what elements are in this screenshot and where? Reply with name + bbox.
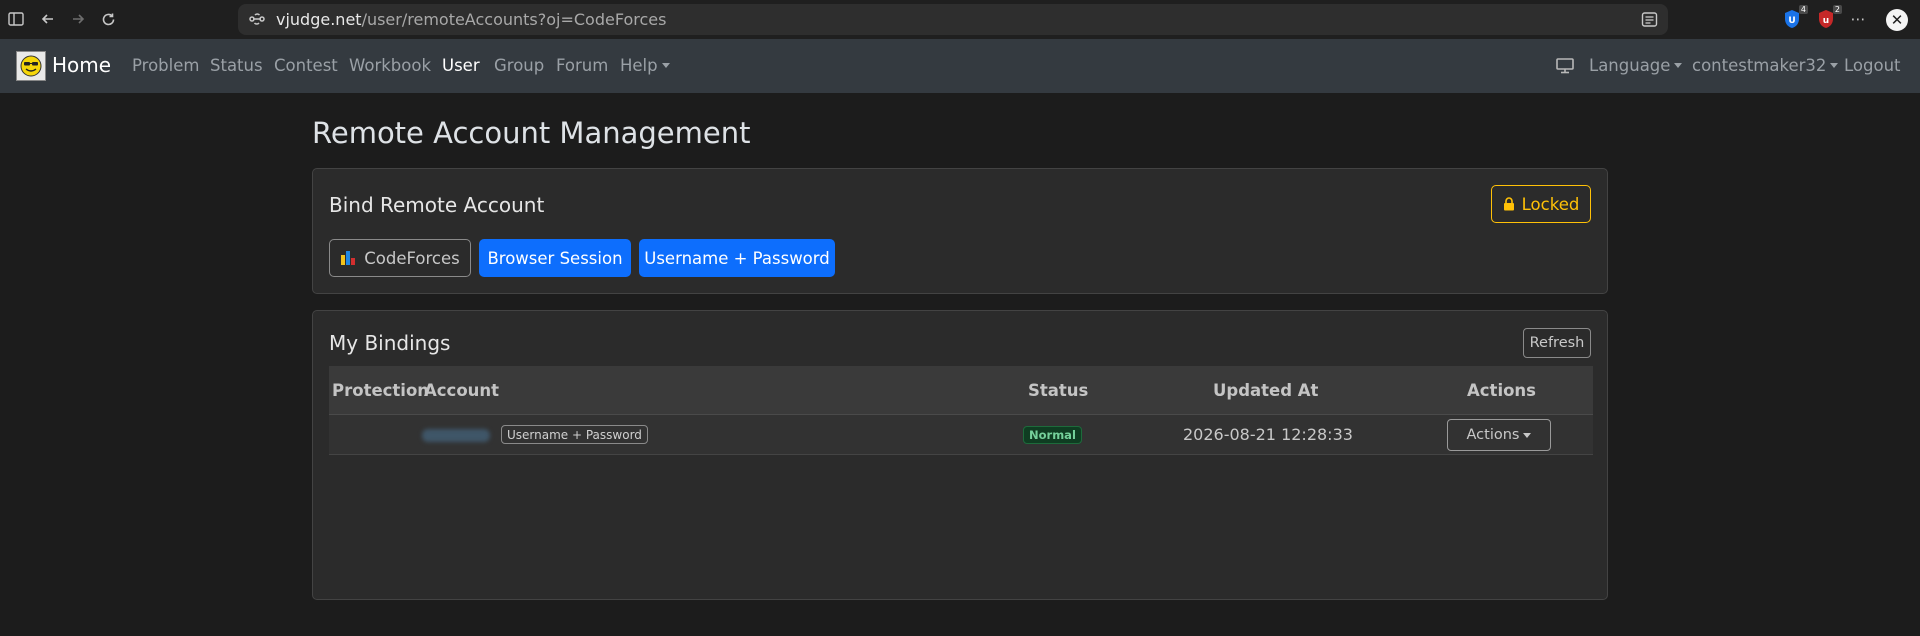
site-logo-icon[interactable] [16,51,46,81]
nav-forum[interactable]: Forum [556,56,608,75]
account-name-redacted [422,429,490,442]
table-row: Username + Password Normal 2026-08-21 12… [329,415,1593,455]
page-title: Remote Account Management [312,116,751,150]
chevron-down-icon [1674,63,1683,68]
language-dropdown[interactable]: Language [1589,56,1683,75]
col-protection: Protection [332,381,430,400]
extension-ublock-icon[interactable]: u 2 [1815,5,1842,30]
browser-session-button[interactable]: Browser Session [479,239,631,277]
col-status: Status [1028,381,1089,400]
nav-user[interactable]: User [442,56,480,75]
theme-monitor-icon[interactable] [1555,57,1575,75]
table-header: Protection Account Status Updated At Act… [329,366,1593,415]
chevron-down-icon [661,63,670,68]
logout-link[interactable]: Logout [1844,56,1901,75]
nav-workbook[interactable]: Workbook [349,56,431,75]
svg-text:U: U [1788,16,1795,26]
extension-shield-icon[interactable]: U 4 [1781,5,1808,30]
svg-text:u: u [1823,16,1829,26]
nav-help-label: Help [620,56,658,75]
username-password-button[interactable]: Username + Password [639,239,835,277]
status-badge: Normal [1023,426,1082,444]
binding-type-badge: Username + Password [501,425,648,444]
codeforces-icon [341,251,356,265]
forward-icon[interactable] [68,9,88,29]
chevron-down-icon [1830,63,1839,68]
address-bar[interactable]: vjudge.net/user/remoteAccounts?oj=CodeFo… [238,4,1668,35]
extension-badge: 2 [1832,5,1842,14]
refresh-button[interactable]: Refresh [1523,328,1591,358]
close-window-button[interactable]: ✕ [1886,9,1908,31]
my-bindings-card: My Bindings Refresh Protection Account S… [312,310,1608,600]
url-host: vjudge.net [276,10,362,29]
bindings-table: Protection Account Status Updated At Act… [329,366,1593,455]
url-text[interactable]: vjudge.net/user/remoteAccounts?oj=CodeFo… [276,10,666,29]
brand-home-link[interactable]: Home [52,53,111,77]
bind-remote-account-card: Bind Remote Account Locked CodeForces Br… [312,168,1608,294]
language-label: Language [1589,56,1671,75]
extension-badge: 4 [1798,5,1808,14]
row-actions-dropdown[interactable]: Actions [1447,419,1551,451]
more-menu-icon[interactable]: ⋯ [1848,9,1868,29]
lock-icon [1503,197,1514,211]
chevron-down-icon [1523,432,1532,438]
browser-toolbar: vjudge.net/user/remoteAccounts?oj=CodeFo… [0,0,1920,39]
nav-problem[interactable]: Problem [132,56,199,75]
col-actions: Actions [1467,381,1536,400]
username-label: contestmaker32 [1692,56,1827,75]
locked-label: Locked [1521,194,1580,214]
nav-group[interactable]: Group [494,56,544,75]
user-dropdown[interactable]: contestmaker32 [1692,56,1839,75]
nav-status[interactable]: Status [210,56,263,75]
oj-select-button[interactable]: CodeForces [329,239,471,277]
sidebar-toggle-icon[interactable] [6,9,26,29]
locked-button[interactable]: Locked [1491,185,1591,223]
reader-mode-icon[interactable] [1641,11,1658,28]
nav-contest[interactable]: Contest [274,56,338,75]
bind-card-title: Bind Remote Account [329,193,545,217]
site-navbar: Home Problem Status Contest Workbook Use… [0,39,1920,93]
oj-label: CodeForces [364,248,460,268]
col-account: Account [424,381,500,400]
col-updated-at: Updated At [1213,381,1319,400]
back-icon[interactable] [38,9,58,29]
site-info-icon[interactable] [248,10,266,28]
nav-help-dropdown[interactable]: Help [620,56,670,75]
bindings-card-title: My Bindings [329,331,451,355]
actions-label: Actions [1466,427,1520,443]
updated-at-cell: 2026-08-21 12:28:33 [1183,425,1353,444]
reload-icon[interactable] [98,9,118,29]
url-path: /user/remoteAccounts?oj=CodeForces [361,10,667,29]
